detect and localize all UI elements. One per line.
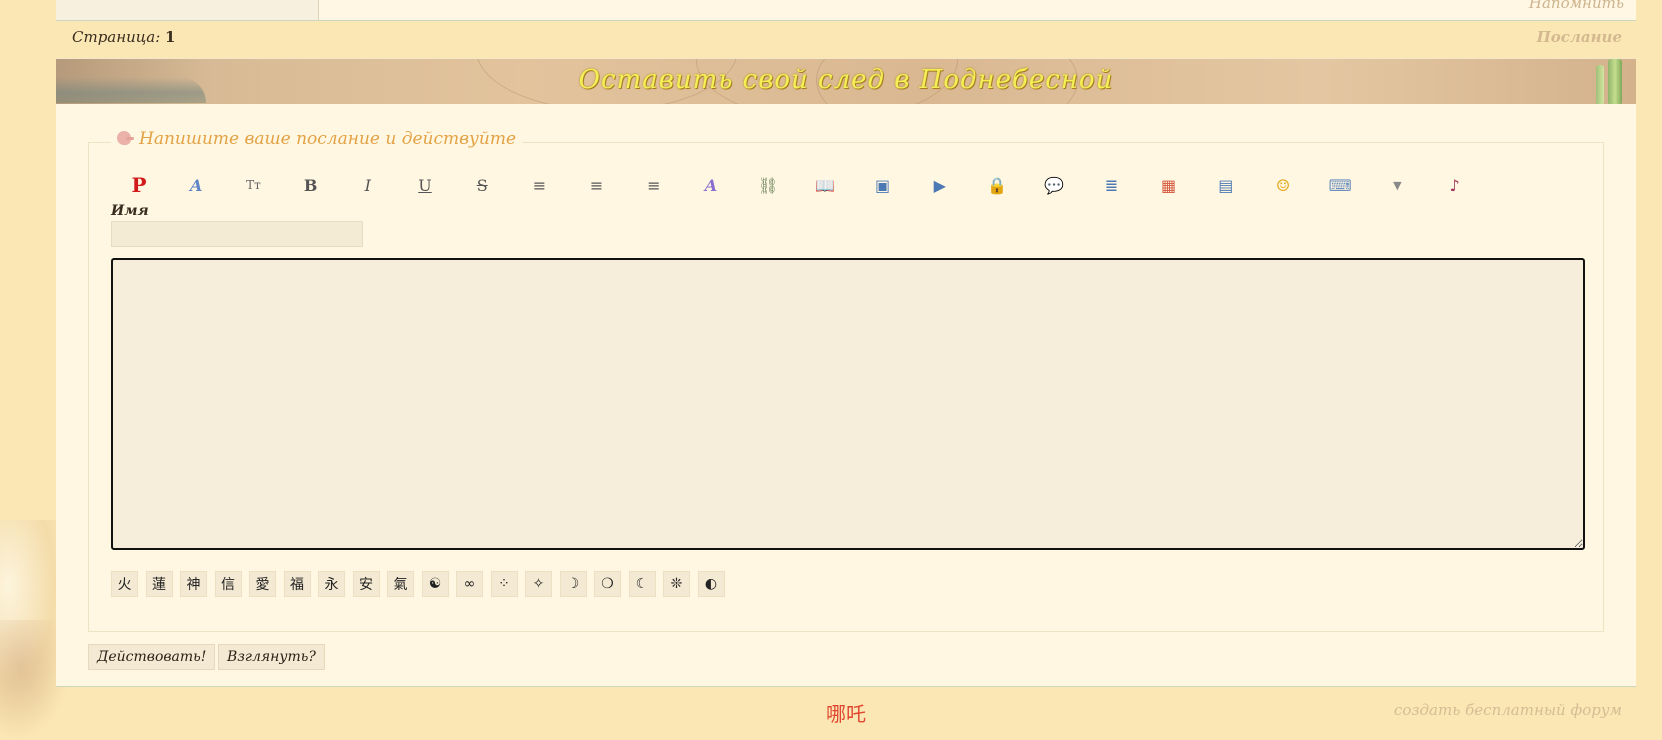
pagination-label: Страница:	[72, 28, 161, 46]
bold-button[interactable]: B	[297, 171, 325, 199]
music-note-button[interactable]: ♪	[1441, 171, 1469, 199]
align-center-icon: ≡	[589, 175, 604, 195]
underline-button[interactable]: U	[411, 171, 439, 199]
symbol-button[interactable]: ⁘	[490, 571, 518, 597]
book-button[interactable]: 📖	[811, 171, 839, 199]
font-color-button[interactable]: A	[697, 171, 725, 199]
keyboard-icon: ⌨	[1328, 175, 1352, 195]
post-link[interactable]: Послание	[1537, 28, 1622, 46]
symbol-button[interactable]: 愛	[249, 571, 276, 597]
table-button[interactable]: ▤	[1212, 171, 1240, 199]
quote-icon: 💬	[1044, 175, 1065, 195]
symbol-button[interactable]: 永	[318, 571, 345, 597]
page-column: Напомнить Страница: 1 Послание Оставить …	[56, 0, 1636, 732]
symbol-button[interactable]: 蓮	[145, 571, 173, 597]
top-strip: Напомнить	[56, 0, 1636, 21]
strikethrough-button[interactable]: S	[468, 171, 496, 199]
align-center-button[interactable]: ≡	[583, 171, 611, 199]
code-icon: ≣	[1104, 175, 1119, 195]
align-left-button[interactable]: ≡	[525, 171, 553, 199]
submit-button[interactable]: Действовать!	[88, 644, 216, 670]
smiley-icon: ☺	[1275, 175, 1291, 195]
quote-button[interactable]: 💬	[1040, 171, 1068, 199]
underline-icon: U	[418, 175, 432, 195]
symbol-button[interactable]: ☾	[628, 571, 656, 597]
pointing-hand-icon	[117, 131, 134, 145]
symbol-button[interactable]: ☯	[421, 571, 449, 597]
symbol-button[interactable]: ◐	[697, 571, 725, 597]
reply-fieldset: Напишите ваше послание и действуйте P A Tт…	[88, 129, 1604, 632]
dropdown-arrow-button[interactable]: ▼	[1383, 171, 1411, 199]
symbol-button[interactable]: ☽	[559, 571, 587, 597]
color-palette-icon: ▦	[1161, 175, 1177, 195]
editor-toolbar: P A Tт B I U S ≡ ≡ ≡ A ⛓ 📖 ▣ ▶ 🔒 💬 ≣ ▦ ▤ ☺ ⌨ ▼ ♪	[125, 171, 1505, 199]
banner-title: Оставить свой след в Поднебесной	[578, 65, 1114, 95]
symbol-button[interactable]: 信	[214, 571, 242, 597]
image-button[interactable]: ▣	[869, 171, 897, 199]
align-left-icon: ≡	[532, 175, 547, 195]
symbol-button[interactable]: ❍	[594, 571, 621, 597]
color-palette-button[interactable]: ▦	[1155, 171, 1183, 199]
book-icon: 📖	[815, 175, 836, 195]
symbol-button[interactable]: 安	[352, 571, 380, 597]
table-icon: ▤	[1218, 175, 1234, 195]
bold-icon: B	[303, 175, 318, 195]
symbol-button[interactable]: ✧	[525, 571, 552, 597]
remind-link[interactable]: Напомнить	[1529, 0, 1624, 12]
align-right-button[interactable]: ≡	[640, 171, 668, 199]
paragraph-button[interactable]: P	[125, 171, 153, 199]
reply-banner: Оставить свой след в Поднебесной	[56, 58, 1636, 106]
pagination: Страница: 1	[72, 28, 175, 46]
smiley-button[interactable]: ☺	[1269, 171, 1297, 199]
keyboard-button[interactable]: ⌨	[1326, 171, 1354, 199]
font-color-icon: A	[704, 175, 718, 195]
symbol-button[interactable]: 火	[111, 571, 138, 597]
message-textarea[interactable]	[111, 258, 1585, 550]
name-input[interactable]	[111, 221, 363, 247]
video-icon: ▶	[933, 175, 946, 195]
create-forum-link[interactable]: создать бесплатный форум	[1394, 701, 1622, 719]
symbol-button[interactable]: ❊	[663, 571, 690, 597]
symbol-button[interactable]: 氣	[387, 571, 414, 597]
symbol-button[interactable]: ∞	[456, 571, 483, 597]
current-page-number: 1	[165, 28, 176, 46]
music-note-icon: ♪	[1449, 175, 1460, 195]
strikethrough-icon: S	[476, 175, 488, 195]
italic-button[interactable]: I	[354, 171, 382, 199]
code-button[interactable]: ≣	[1097, 171, 1125, 199]
symbol-button[interactable]: 福	[283, 571, 311, 597]
link-icon: ⛓	[758, 175, 779, 195]
form-legend-text: Напишите ваше послание и действуйте	[139, 129, 517, 149]
name-label: Имя	[111, 203, 149, 219]
bamboo-decoration	[1608, 59, 1622, 105]
align-right-icon: ≡	[647, 175, 661, 195]
paragraph-icon: P	[131, 173, 147, 197]
video-button[interactable]: ▶	[926, 171, 954, 199]
top-strip-left-cell	[56, 0, 319, 20]
form-legend: Напишите ваше послание и действуйте	[111, 129, 523, 149]
image-icon: ▣	[875, 175, 891, 195]
italic-icon: I	[364, 175, 371, 195]
symbol-button[interactable]: 神	[180, 571, 207, 597]
font-face-icon: A	[189, 175, 203, 195]
font-size-button[interactable]: Tт	[239, 171, 267, 199]
dropdown-arrow-icon: ▼	[1393, 178, 1402, 192]
font-face-button[interactable]: A	[182, 171, 210, 199]
lock-icon: 🔒	[987, 175, 1007, 195]
preview-button[interactable]: Взглянуть?	[218, 644, 325, 670]
pagination-bar: Страница: 1 Послание	[56, 22, 1636, 56]
bamboo-decoration	[1596, 65, 1604, 105]
font-size-icon: Tт	[246, 178, 261, 192]
link-button[interactable]: ⛓	[754, 171, 782, 199]
reply-form-panel: Напишите ваше послание и действуйте P A Tт…	[56, 104, 1636, 687]
lock-button[interactable]: 🔒	[983, 171, 1011, 199]
